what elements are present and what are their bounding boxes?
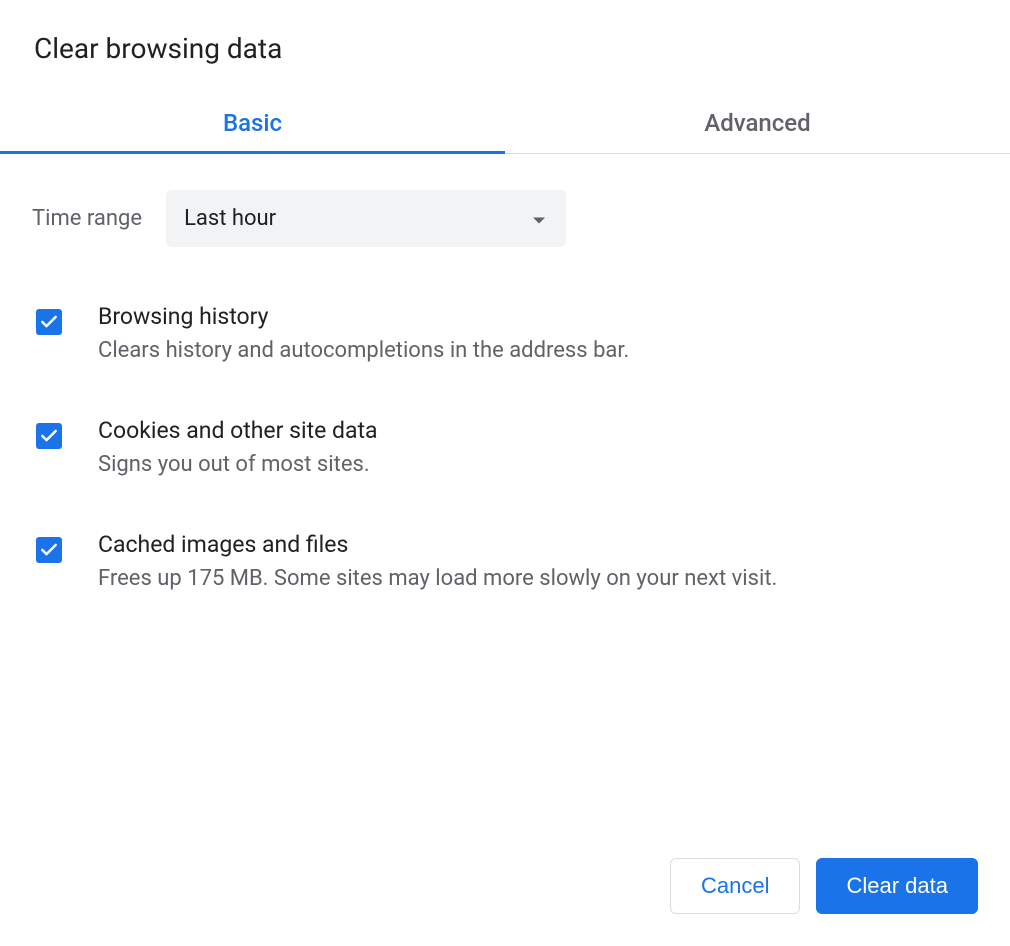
checkbox-cache[interactable] [36,537,62,563]
option-title: Cached images and files [98,531,978,558]
time-range-select-wrap: Last hour [166,190,566,247]
option-browsing-history: Browsing history Clears history and auto… [32,303,978,367]
option-title: Browsing history [98,303,978,330]
cancel-button[interactable]: Cancel [670,858,800,914]
button-row: Cancel Clear data [670,858,978,914]
content-area: Time range Last hour Browsing history Cl… [32,154,978,594]
tab-basic[interactable]: Basic [0,93,505,153]
option-text: Cached images and files Frees up 175 MB.… [98,531,978,595]
check-icon [39,312,59,332]
time-range-label: Time range [32,206,142,231]
checkbox-browsing-history[interactable] [36,309,62,335]
check-icon [39,426,59,446]
option-desc: Signs you out of most sites. [98,450,978,481]
dialog-title: Clear browsing data [32,32,978,65]
option-title: Cookies and other site data [98,417,978,444]
clear-data-button[interactable]: Clear data [816,858,978,914]
tabs-container: Basic Advanced [0,93,1010,154]
check-icon [39,540,59,560]
option-cache: Cached images and files Frees up 175 MB.… [32,531,978,595]
option-text: Cookies and other site data Signs you ou… [98,417,978,481]
time-range-select[interactable]: Last hour [166,190,566,247]
option-text: Browsing history Clears history and auto… [98,303,978,367]
option-cookies: Cookies and other site data Signs you ou… [32,417,978,481]
tab-advanced[interactable]: Advanced [505,93,1010,153]
time-range-row: Time range Last hour [32,190,978,247]
time-range-value: Last hour [184,206,276,231]
option-desc: Clears history and autocompletions in th… [98,336,978,367]
checkbox-cookies[interactable] [36,423,62,449]
option-desc: Frees up 175 MB. Some sites may load mor… [98,564,978,595]
